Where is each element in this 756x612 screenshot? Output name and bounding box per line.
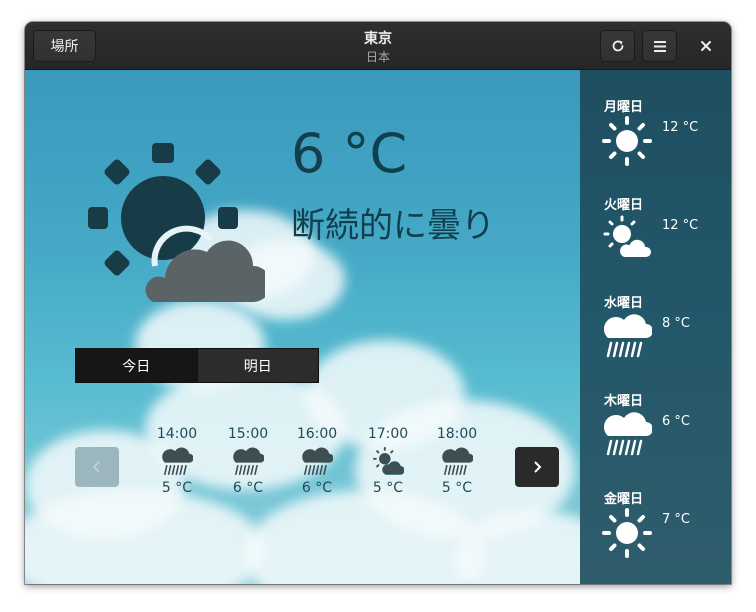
current-temperature: 6 °C <box>291 122 408 185</box>
partly-cloudy-icon <box>370 446 406 478</box>
hourly-time: 18:00 <box>436 426 478 442</box>
chevron-left-icon <box>92 461 100 473</box>
hourly-time: 17:00 <box>367 426 409 442</box>
hamburger-menu-icon <box>653 40 666 52</box>
hourly-item: 15:00 6 °C <box>220 426 276 496</box>
forecast-day-name: 木曜日 <box>604 394 644 409</box>
forecast-day-name: 金曜日 <box>604 492 644 507</box>
hourly-time: 15:00 <box>227 426 269 442</box>
rain-icon <box>602 410 652 460</box>
hourly-next-button[interactable] <box>515 447 559 487</box>
sun-behind-cloud-icon <box>88 143 265 302</box>
hourly-item: 14:00 5 °C <box>149 426 205 496</box>
close-button[interactable] <box>690 30 722 62</box>
day-switcher: 今日 明日 <box>75 348 319 383</box>
rain-icon <box>230 446 266 478</box>
forecast-day-temperature: 8 °C <box>662 316 690 331</box>
forecast-day-temperature: 7 °C <box>662 512 690 527</box>
chevron-right-icon <box>534 461 542 473</box>
partly-cloudy-icon <box>602 214 652 264</box>
current-weather-panel: 6 °C 断続的に曇り 今日 明日 14:00 5 °C 15:00 6 °C … <box>25 70 580 584</box>
hourly-temperature: 5 °C <box>441 480 473 496</box>
forecast-sidebar: 月曜日 12 °C 火曜日 12 °C 水曜日 8 °C 木曜日 6 °C 金曜… <box>580 70 731 584</box>
refresh-button[interactable] <box>600 30 635 62</box>
close-icon <box>701 41 711 51</box>
forecast-day-temperature: 6 °C <box>662 414 690 429</box>
sun-icon <box>602 116 652 166</box>
forecast-day-name: 月曜日 <box>604 100 644 115</box>
forecast-day[interactable]: 金曜日 7 °C <box>580 488 731 584</box>
hourly-temperature: 6 °C <box>301 480 333 496</box>
forecast-day[interactable]: 月曜日 12 °C <box>580 96 731 194</box>
forecast-day-name: 水曜日 <box>604 296 644 311</box>
rain-icon <box>299 446 335 478</box>
tab-tomorrow[interactable]: 明日 <box>196 349 318 382</box>
hourly-temperature: 5 °C <box>372 480 404 496</box>
forecast-day-temperature: 12 °C <box>662 120 699 135</box>
header-bar: 場所 東京 日本 <box>25 22 731 70</box>
app-window: 場所 東京 日本 6 °C 断続的に曇り 今日 明日 14:00 5 °C 15… <box>25 22 731 584</box>
hourly-item: 17:00 5 °C <box>360 426 416 496</box>
hourly-temperature: 5 °C <box>161 480 193 496</box>
hourly-time: 14:00 <box>156 426 198 442</box>
forecast-day-name: 火曜日 <box>604 198 644 213</box>
tab-today[interactable]: 今日 <box>76 349 197 382</box>
hourly-item: 18:00 5 °C <box>429 426 485 496</box>
hourly-temperature: 6 °C <box>232 480 264 496</box>
forecast-day-temperature: 12 °C <box>662 218 699 233</box>
rain-icon <box>439 446 475 478</box>
forecast-day[interactable]: 火曜日 12 °C <box>580 194 731 292</box>
refresh-icon <box>612 40 623 52</box>
rain-icon <box>159 446 195 478</box>
background-cloud <box>25 490 265 584</box>
current-condition: 断続的に曇り <box>291 206 495 246</box>
hourly-prev-button[interactable] <box>75 447 119 487</box>
rain-icon <box>602 312 652 362</box>
hourly-time: 16:00 <box>296 426 338 442</box>
sun-icon <box>602 508 652 558</box>
hourly-item: 16:00 6 °C <box>289 426 345 496</box>
forecast-day[interactable]: 水曜日 8 °C <box>580 292 731 390</box>
forecast-day[interactable]: 木曜日 6 °C <box>580 390 731 488</box>
menu-button[interactable] <box>642 30 677 62</box>
